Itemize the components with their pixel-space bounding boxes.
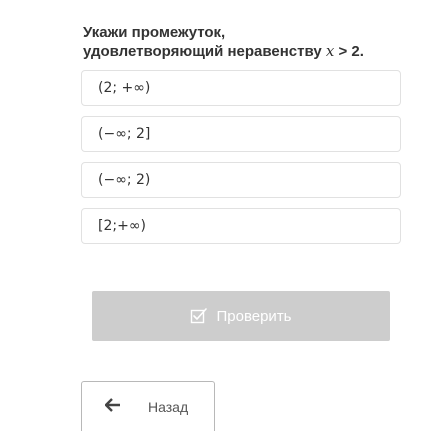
- check-button[interactable]: Проверить: [92, 291, 390, 341]
- answer-option-label: (−∞; 2]: [98, 126, 151, 142]
- answer-option-2[interactable]: (−∞; 2]: [81, 116, 401, 152]
- back-button-label: Назад: [148, 399, 189, 415]
- question-line-1: Укажи промежуток,: [83, 24, 226, 41]
- checkbox-pencil-icon: [190, 307, 208, 325]
- question-text: Укажи промежуток, удовлетворяющий нераве…: [83, 23, 413, 61]
- answer-option-1[interactable]: (2; +∞): [81, 70, 401, 106]
- answer-option-3[interactable]: (−∞; 2): [81, 162, 401, 198]
- answer-option-label: [2;+∞): [98, 218, 146, 234]
- answer-option-label: (2; +∞): [98, 80, 151, 96]
- check-button-label: Проверить: [216, 307, 292, 325]
- answer-option-4[interactable]: [2;+∞): [81, 208, 401, 244]
- arrow-left-icon: [104, 398, 121, 412]
- question-line-2: удовлетворяющий неравенству x > 2.: [83, 42, 413, 61]
- question-line-2-suffix: > 2.: [334, 43, 364, 60]
- question-line-2-text: удовлетворяющий неравенству: [83, 43, 326, 60]
- answer-option-label: (−∞; 2): [98, 172, 151, 188]
- back-button[interactable]: Назад: [81, 381, 215, 431]
